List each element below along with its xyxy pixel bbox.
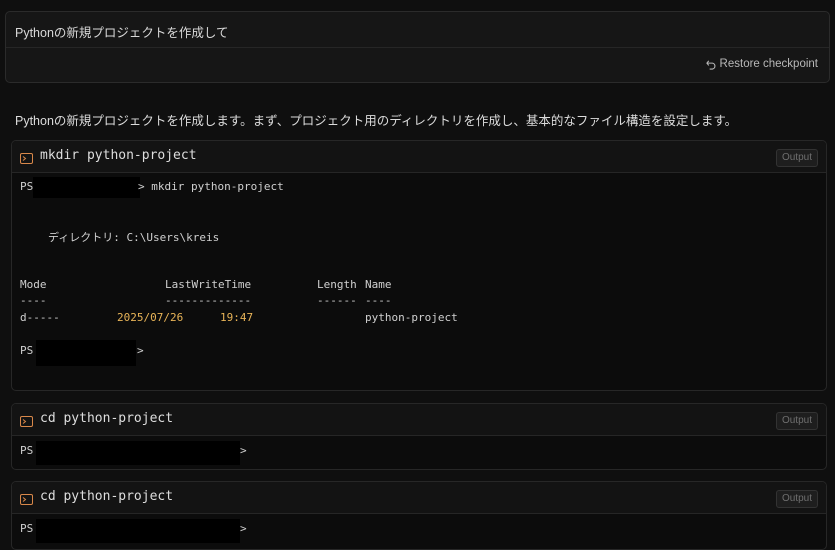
row-name: python-project (365, 311, 458, 324)
terminal-header: mkdir python-project Output (12, 141, 826, 173)
redacted-path (36, 519, 240, 543)
redacted-path (33, 177, 140, 198)
column-header-length: Length (317, 278, 357, 291)
ps-prefix: PS (20, 180, 34, 193)
ps-prefix: PS (20, 444, 34, 457)
command-echo: > mkdir python-project (138, 180, 284, 193)
underline-name: ---- (365, 294, 392, 307)
terminal-command: cd python-project (40, 411, 174, 426)
user-prompt-card: Pythonの新規プロジェクトを作成して Restore checkpoint (5, 11, 830, 83)
terminal-icon (20, 492, 33, 510)
output-button[interactable]: Output (775, 149, 818, 167)
terminal-icon (20, 151, 33, 169)
underline-mode: ---- (20, 294, 47, 307)
output-button[interactable]: Output (775, 412, 818, 430)
prompt-end: > (240, 522, 247, 535)
terminal-block-mkdir: mkdir python-project Output PS > mkdir p… (11, 140, 827, 391)
underline-length: ------ (317, 294, 357, 307)
directory-line: ディレクトリ: C:\Users\kreis (48, 231, 220, 244)
undo-arrow-icon (705, 59, 717, 70)
restore-checkpoint-label: Restore checkpoint (719, 58, 818, 70)
terminal-block-cd: cd python-project Output PS > (11, 403, 827, 470)
redacted-path (36, 441, 240, 465)
terminal-command: mkdir python-project (40, 148, 197, 163)
terminal-command: cd python-project (40, 489, 174, 504)
column-header-mode: Mode (20, 278, 47, 291)
restore-checkpoint-button[interactable]: Restore checkpoint (705, 58, 818, 70)
prompt-divider (6, 47, 829, 48)
row-date: 2025/07/26 (117, 311, 184, 324)
prompt-end: > (240, 444, 247, 457)
column-header-lastwritetime: LastWriteTime (165, 278, 252, 291)
output-button[interactable]: Output (775, 490, 818, 508)
terminal-block-cd: cd python-project Output PS > (11, 481, 827, 550)
ps-prefix: PS (20, 522, 34, 535)
row-time: 19:47 (220, 311, 254, 324)
user-prompt-text: Pythonの新規プロジェクトを作成して (15, 26, 229, 40)
terminal-header: cd python-project Output (12, 404, 826, 436)
terminal-header: cd python-project Output (12, 482, 826, 514)
redacted-path (36, 340, 136, 366)
row-mode: d----- (20, 311, 60, 324)
prompt-end: > (137, 344, 144, 357)
assistant-message: Pythonの新規プロジェクトを作成します。まず、プロジェクト用のディレクトリを… (15, 114, 738, 128)
ps-prefix: PS (20, 344, 34, 357)
underline-lastwritetime: ------------- (165, 294, 252, 307)
column-header-name: Name (365, 278, 392, 291)
terminal-icon (20, 414, 33, 432)
